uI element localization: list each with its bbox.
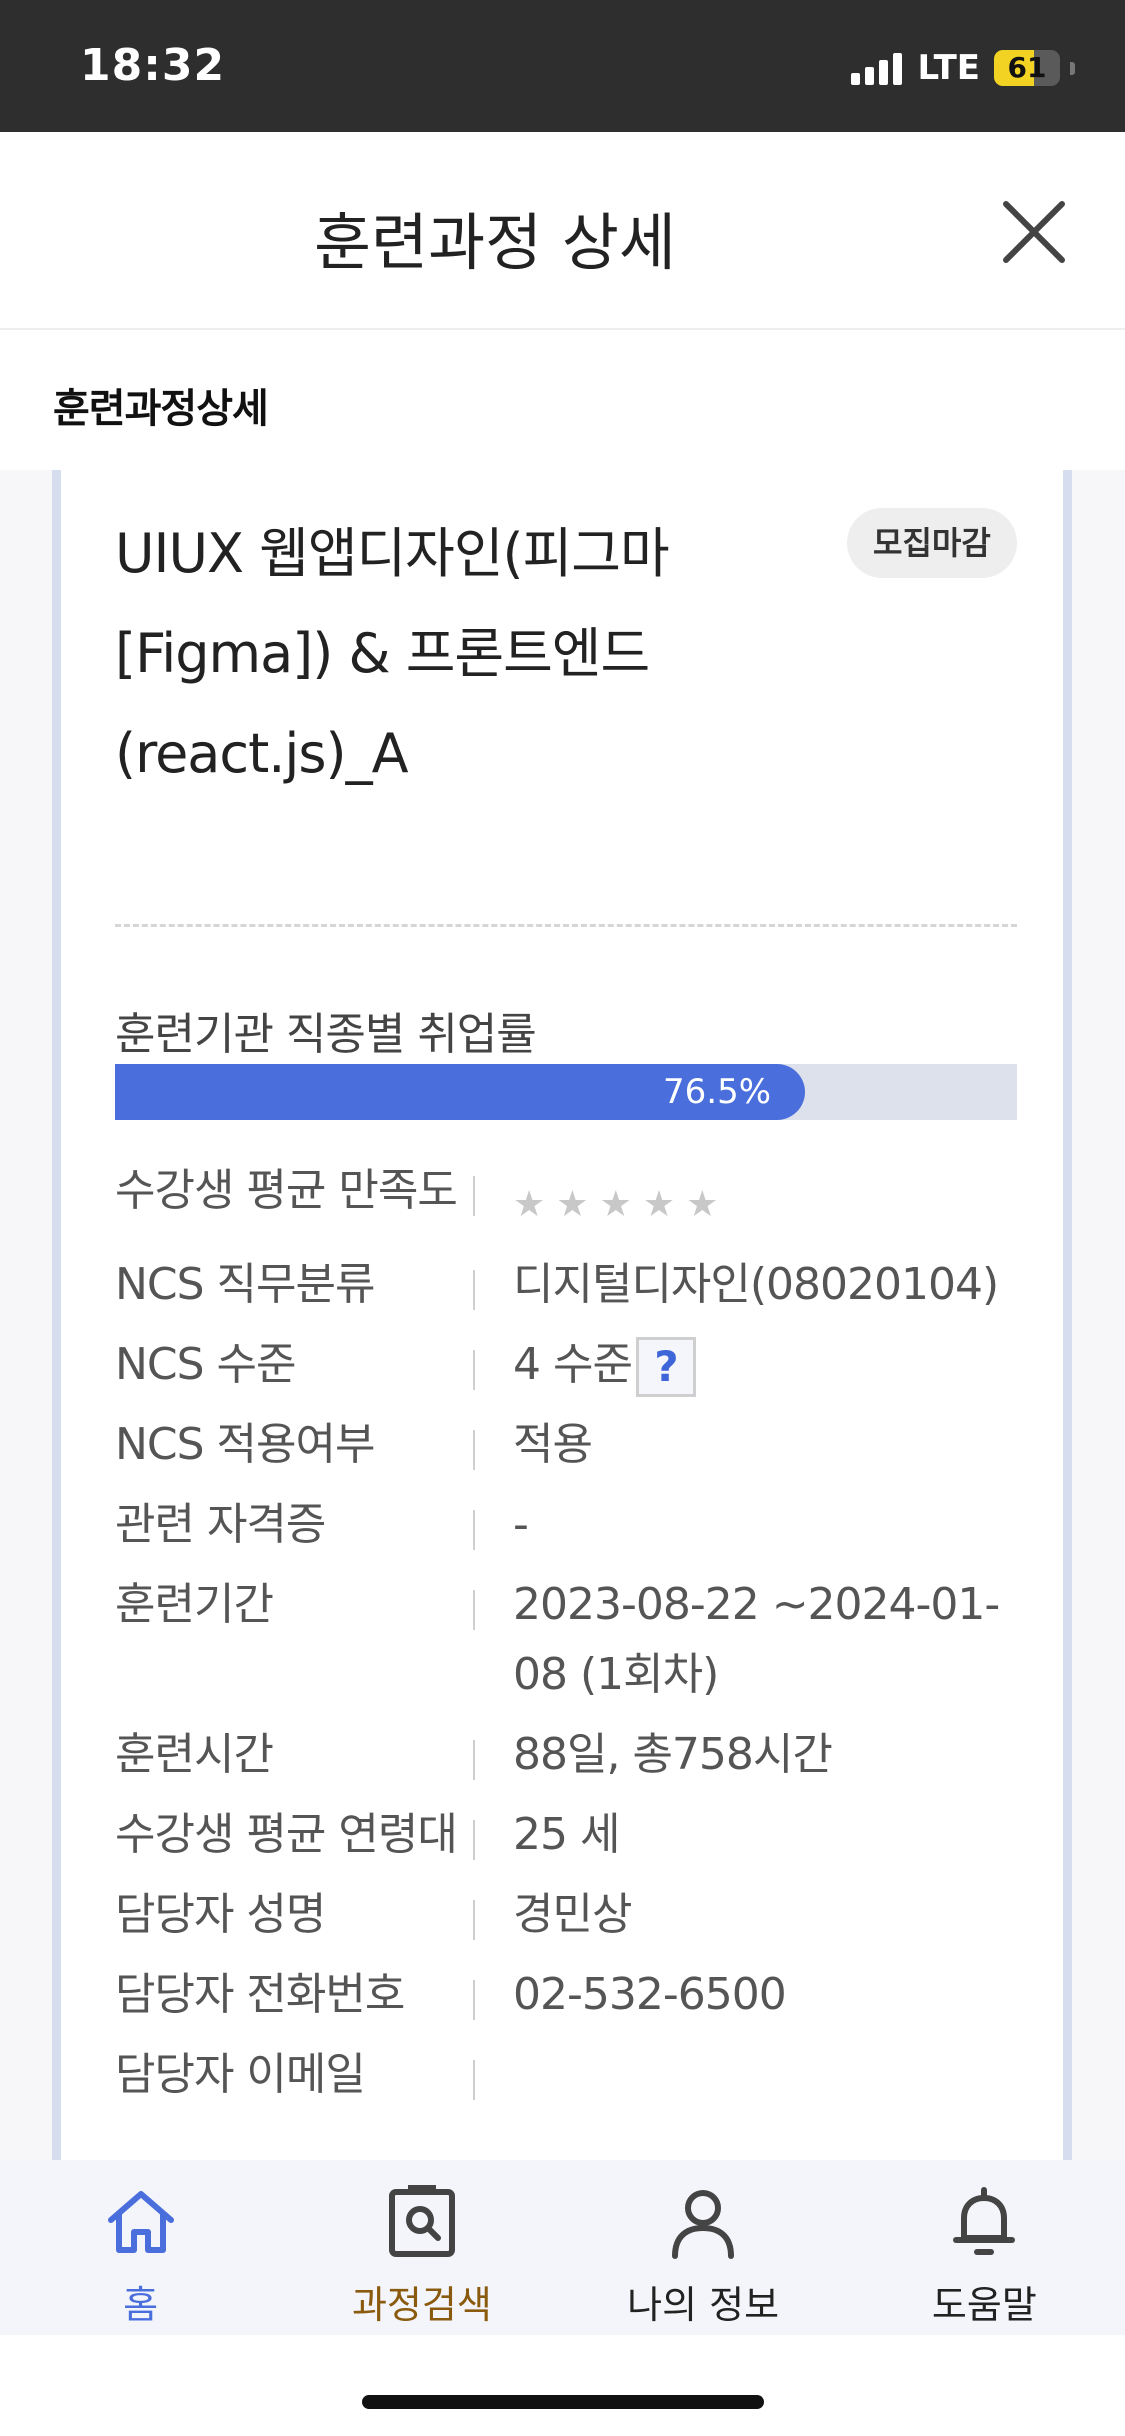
section-header: 훈련과정상세 xyxy=(0,332,1125,470)
nav-label: 과정검색 xyxy=(351,2283,492,2327)
info-value: 4 수준 xyxy=(513,1339,633,1390)
stars-container: ★ ★ ★ ★ ★ xyxy=(513,1156,1017,1240)
info-row-age: 수강생 평균 연령대 25 세 xyxy=(115,1790,1017,1870)
info-key: 수강생 평균 연령대 xyxy=(115,1809,458,1860)
star-icon: ★ xyxy=(599,1184,632,1225)
status-bar: 18:32 LTE 61 xyxy=(0,0,1125,132)
employment-rate-fill: 76.5% xyxy=(115,1064,806,1120)
employment-rate-bar: 76.5% xyxy=(115,1064,1017,1120)
info-key: 담당자 이메일 xyxy=(115,2049,366,2100)
nav-home[interactable]: 홈 xyxy=(0,2160,281,2335)
battery-icon: 61 xyxy=(994,50,1060,86)
star-icon: ★ xyxy=(556,1184,588,1225)
nav-label: 도움말 xyxy=(931,2283,1037,2327)
separator xyxy=(473,2030,513,2110)
info-key: NCS 수준 xyxy=(115,1339,297,1390)
info-row-manager-phone: 담당자 전화번호 02-532-6500 xyxy=(115,1950,1017,2030)
info-key: 수강생 평균 만족도 xyxy=(115,1165,458,1216)
separator xyxy=(473,1950,513,2030)
info-key: 훈련시간 xyxy=(115,1729,274,1780)
bottom-navigation: 홈 과정검색 나의 정보 도움말 xyxy=(0,2160,1125,2335)
info-row-certificate: 관련 자격증 - xyxy=(115,1480,1017,1560)
star-icon: ★ xyxy=(686,1184,718,1225)
info-value: - xyxy=(513,1499,529,1550)
status-indicators: LTE 61 xyxy=(850,48,1075,88)
employment-rate-label: 훈련기관 직종별 취업률 xyxy=(115,1009,537,1060)
home-icon xyxy=(107,2191,174,2253)
separator xyxy=(473,1240,513,1320)
star-icon: ★ xyxy=(513,1184,545,1225)
info-row-manager-email: 담당자 이메일 xyxy=(115,2030,1017,2110)
info-value: 경민상 xyxy=(513,1889,632,1940)
search-icon xyxy=(388,2185,455,2257)
bell-icon xyxy=(953,2187,1016,2255)
divider xyxy=(115,924,1017,927)
network-type: LTE xyxy=(917,48,980,88)
info-value[interactable] xyxy=(513,2030,1017,2110)
separator xyxy=(473,1400,513,1480)
battery-level: 61 xyxy=(1007,51,1047,84)
user-icon xyxy=(672,2190,735,2259)
info-value: 88일, 총758시간 xyxy=(513,1729,833,1780)
separator xyxy=(473,1870,513,1950)
page-title: 훈련과정 상세 xyxy=(314,206,676,279)
close-button[interactable] xyxy=(992,190,1076,274)
info-value: 25 세 xyxy=(513,1809,620,1860)
close-icon xyxy=(1003,201,1065,263)
separator xyxy=(473,1710,513,1790)
course-title: UIUX 웹앱디자인(피그마[Figma]) & 프론트엔드(react.js)… xyxy=(115,522,670,785)
separator xyxy=(473,1560,513,1710)
info-row-satisfaction: 수강생 평균 만족도 ★ ★ ★ ★ ★ xyxy=(115,1146,1017,1240)
info-key: 담당자 전화번호 xyxy=(115,1969,405,2020)
info-key: 담당자 성명 xyxy=(115,1889,326,1940)
safe-area xyxy=(0,2335,1125,2436)
info-key: NCS 직무분류 xyxy=(115,1259,375,1310)
info-value: 디지털디자인(08020104) xyxy=(513,1259,999,1310)
nav-help[interactable]: 도움말 xyxy=(844,2160,1125,2335)
nav-label: 홈 xyxy=(123,2283,159,2327)
separator xyxy=(473,1146,513,1240)
section-label: 훈련과정상세 xyxy=(53,386,269,432)
info-key: 훈련기간 xyxy=(115,1579,274,1630)
page-header: 훈련과정 상세 xyxy=(0,132,1125,330)
separator xyxy=(473,1790,513,1870)
separator xyxy=(473,1480,513,1560)
help-button[interactable]: ? xyxy=(635,1337,696,1397)
nav-my-info[interactable]: 나의 정보 xyxy=(563,2160,844,2335)
content-scroll[interactable]: UIUX 웹앱디자인(피그마[Figma]) & 프론트엔드(react.js)… xyxy=(0,470,1125,2160)
info-value: 적용 xyxy=(513,1419,593,1470)
battery-cap xyxy=(1070,61,1075,75)
separator xyxy=(473,1320,513,1400)
info-row-ncs-level: NCS 수준 4 수준? xyxy=(115,1320,1017,1400)
home-indicator[interactable] xyxy=(362,2395,764,2409)
info-row-hours: 훈련시간 88일, 총758시간 xyxy=(115,1710,1017,1790)
status-badge: 모집마감 xyxy=(847,508,1017,578)
signal-icon xyxy=(850,51,902,85)
info-row-manager-name: 담당자 성명 경민상 xyxy=(115,1870,1017,1950)
rating-stars: ★ ★ ★ ★ ★ xyxy=(513,1146,1017,1240)
info-value-wrap: 4 수준? xyxy=(513,1320,1017,1400)
info-row-ncs-applied: NCS 적용여부 적용 xyxy=(115,1400,1017,1480)
info-value: 2023-08-22 ~2024-01-08 (1회차) xyxy=(513,1579,1000,1700)
info-row-ncs-class: NCS 직무분류 디지털디자인(08020104) xyxy=(115,1240,1017,1320)
nav-label: 나의 정보 xyxy=(627,2283,780,2327)
status-time: 18:32 xyxy=(80,40,226,91)
nav-course-search[interactable]: 과정검색 xyxy=(281,2160,562,2335)
info-value[interactable]: 02-532-6500 xyxy=(513,1950,1017,2030)
info-row-period: 훈련기간 2023-08-22 ~2024-01-08 (1회차) xyxy=(115,1560,1017,1710)
course-card: UIUX 웹앱디자인(피그마[Figma]) & 프론트엔드(react.js)… xyxy=(52,470,1072,2160)
info-key: 관련 자격증 xyxy=(115,1499,326,1550)
employment-rate-value: 76.5% xyxy=(663,1072,772,1112)
info-key: NCS 적용여부 xyxy=(115,1419,375,1470)
course-info-list: 수강생 평균 만족도 ★ ★ ★ ★ ★ NCS 직무분류 디지털디자인(0802010… xyxy=(115,1146,1017,2110)
star-icon: ★ xyxy=(642,1184,675,1225)
